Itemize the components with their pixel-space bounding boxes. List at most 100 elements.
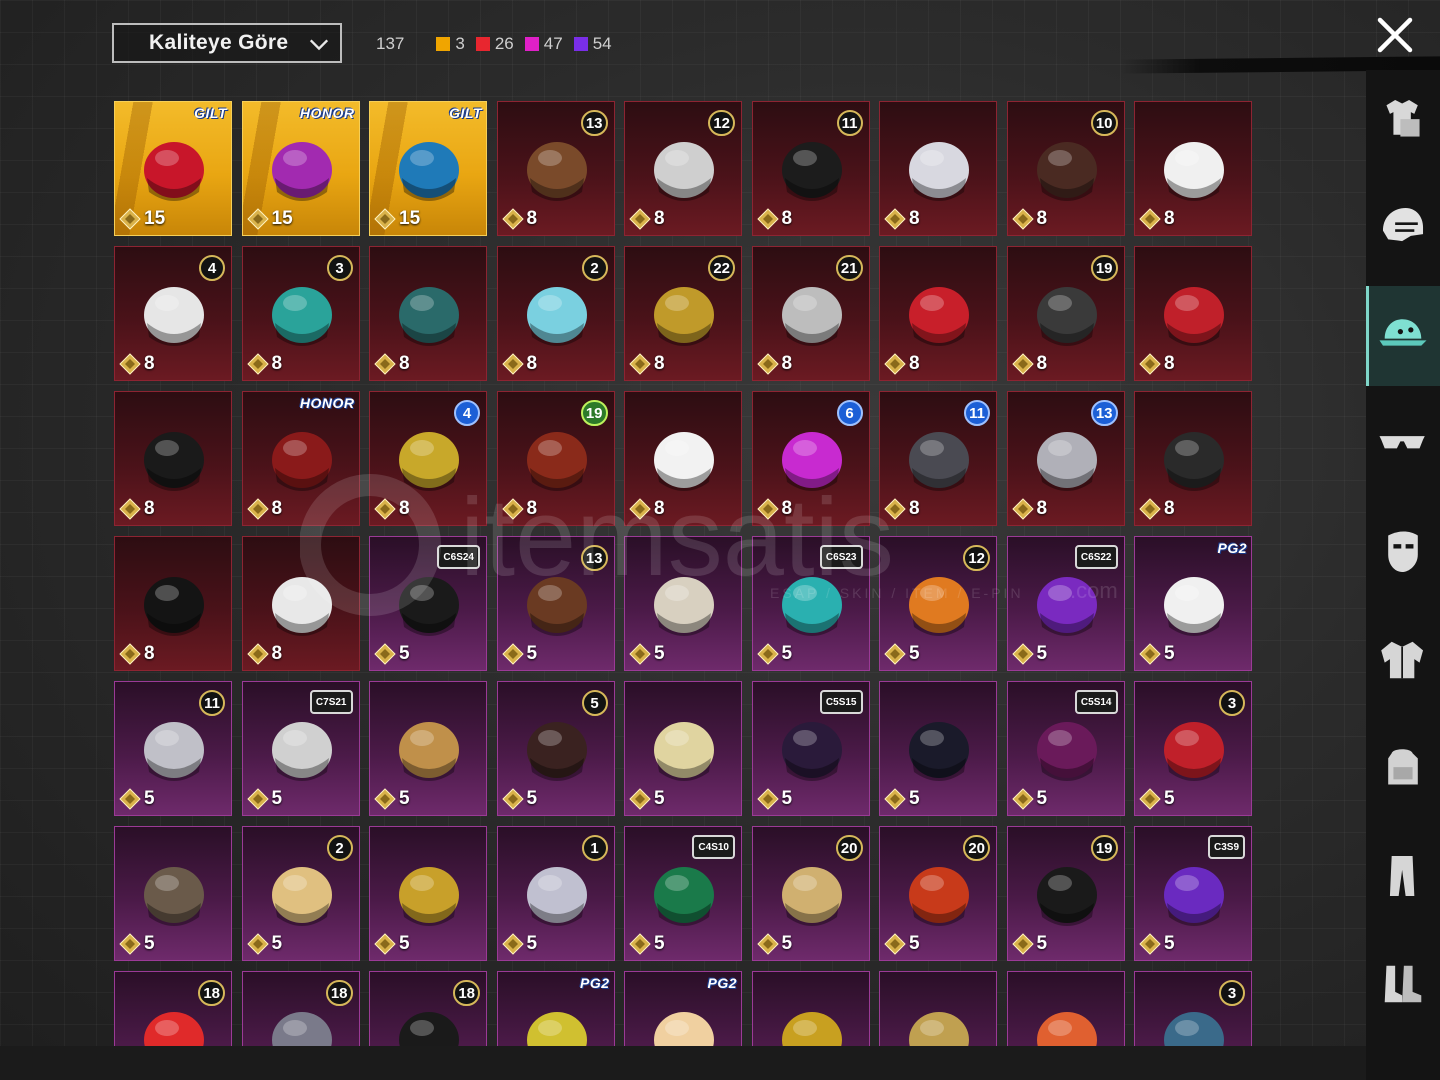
season-badge: C6S22 [1074,545,1118,569]
coin-icon [629,208,651,230]
item-card[interactable]: PG25 [496,971,615,1047]
item-card[interactable]: 11 5 [114,681,232,816]
item-card[interactable]: 55 [496,681,615,816]
item-card[interactable]: 48 [114,246,232,381]
pants-category[interactable] [1366,826,1440,926]
item-card[interactable]: 22 8 [624,246,742,381]
outfit-category[interactable] [1366,70,1440,170]
item-card[interactable]: 25 [241,826,360,961]
item-card[interactable]: HONOR 15 [241,101,360,236]
item-card[interactable]: 5 [1006,971,1125,1047]
item-card[interactable]: 19 8 [496,391,615,526]
item-card[interactable]: 38 [241,246,360,381]
item-card[interactable]: 48 [369,391,487,526]
item-card[interactable]: GILT 15 [114,101,232,236]
item-card[interactable]: 35 [1134,971,1252,1047]
jacket-category[interactable] [1366,610,1440,710]
item-card[interactable]: 8 [1134,391,1252,526]
coin-icon [119,788,141,810]
item-card[interactable]: 8 [369,246,487,381]
item-card[interactable]: 13 8 [496,101,615,236]
item-art [144,432,204,491]
item-card[interactable]: 8 [1134,101,1252,236]
item-card[interactable]: C6S22 5 [1006,536,1125,671]
item-card[interactable]: 8 [624,391,742,526]
item-card[interactable]: 8 [1134,246,1252,381]
item-card[interactable]: C4S10 5 [624,826,742,961]
item-card[interactable]: 5 [879,971,997,1047]
item-price-value: 8 [271,643,283,664]
item-card[interactable]: 5 [624,681,742,816]
item-card[interactable]: 20 5 [751,826,870,961]
total-count: 137 [376,34,405,53]
item-card[interactable]: 28 [496,246,615,381]
item-price: 8 [374,353,410,375]
mask-category[interactable] [1366,502,1440,602]
item-card[interactable]: 8 [879,246,997,381]
headwear-category[interactable] [1366,286,1440,386]
item-card[interactable]: C6S24 5 [369,536,487,671]
item-card[interactable]: 13 8 [1006,391,1125,526]
item-art [399,287,459,346]
item-card[interactable]: 5 [624,536,742,671]
item-card[interactable]: 10 8 [1006,101,1125,236]
backpack-category[interactable] [1366,718,1440,818]
item-card[interactable]: 8 [114,391,232,526]
item-card[interactable]: PG25 [1134,536,1252,671]
item-series-label: PG2 [579,975,610,991]
item-card[interactable]: 19 8 [1006,246,1125,381]
item-card[interactable]: 19 5 [1006,826,1125,961]
sort-dropdown[interactable]: Kaliteye Göre [112,23,342,63]
item-price: 8 [884,498,920,520]
helmet-category[interactable] [1366,178,1440,278]
coin-icon [119,933,141,955]
item-card[interactable]: 185 [241,971,360,1047]
eyewear-category[interactable] [1366,394,1440,494]
item-art [909,722,969,781]
item-card[interactable]: 5 [369,681,487,816]
close-icon[interactable] [1374,14,1416,56]
item-card[interactable]: 11 8 [751,101,870,236]
item-card[interactable]: C5S15 5 [751,681,870,816]
item-card[interactable]: 185 [114,971,232,1047]
item-card[interactable]: C3S9 5 [1134,826,1252,961]
item-card[interactable]: 8 [241,536,360,671]
item-card[interactable]: HONOR 8 [241,391,360,526]
item-price-value: 5 [144,933,155,954]
item-card[interactable]: C6S23 5 [751,536,870,671]
helmet-icon [1382,207,1424,242]
season-badge: 11 [964,400,990,426]
item-art [271,142,332,201]
item-art [654,577,714,636]
item-card[interactable]: 35 [1134,681,1252,816]
item-card[interactable]: C7S21 5 [241,681,360,816]
item-card[interactable]: 15 [496,826,615,961]
item-card[interactable]: 13 5 [496,536,615,671]
item-card[interactable]: 20 5 [879,826,997,961]
item-card[interactable]: C5S14 5 [1006,681,1125,816]
item-card[interactable]: 185 [369,971,487,1047]
coin-icon [501,498,524,520]
season-badge: 13 [580,110,608,136]
item-card[interactable]: 12 5 [879,536,997,671]
item-card[interactable]: 11 8 [879,391,997,526]
item-card[interactable]: 68 [751,391,870,526]
item-price-value: 5 [144,788,155,809]
item-card[interactable]: 5 [879,681,997,816]
coin-icon [501,788,524,810]
item-card[interactable]: 5 [751,971,870,1047]
coin-icon [1139,498,1161,520]
shoes-category[interactable] [1366,934,1440,1034]
item-card[interactable]: GILT 15 [369,101,487,236]
item-price: 15 [119,208,165,230]
coin-icon [884,643,906,665]
item-card[interactable]: PG25 [624,971,742,1047]
item-price: 8 [119,353,155,375]
item-card[interactable]: 8 [879,101,997,236]
item-card[interactable]: 8 [114,536,232,671]
item-card[interactable]: 12 8 [624,101,742,236]
item-card[interactable]: 5 [114,826,232,961]
item-card[interactable]: 5 [369,826,487,961]
item-price: 5 [629,643,665,665]
item-card[interactable]: 21 8 [751,246,870,381]
